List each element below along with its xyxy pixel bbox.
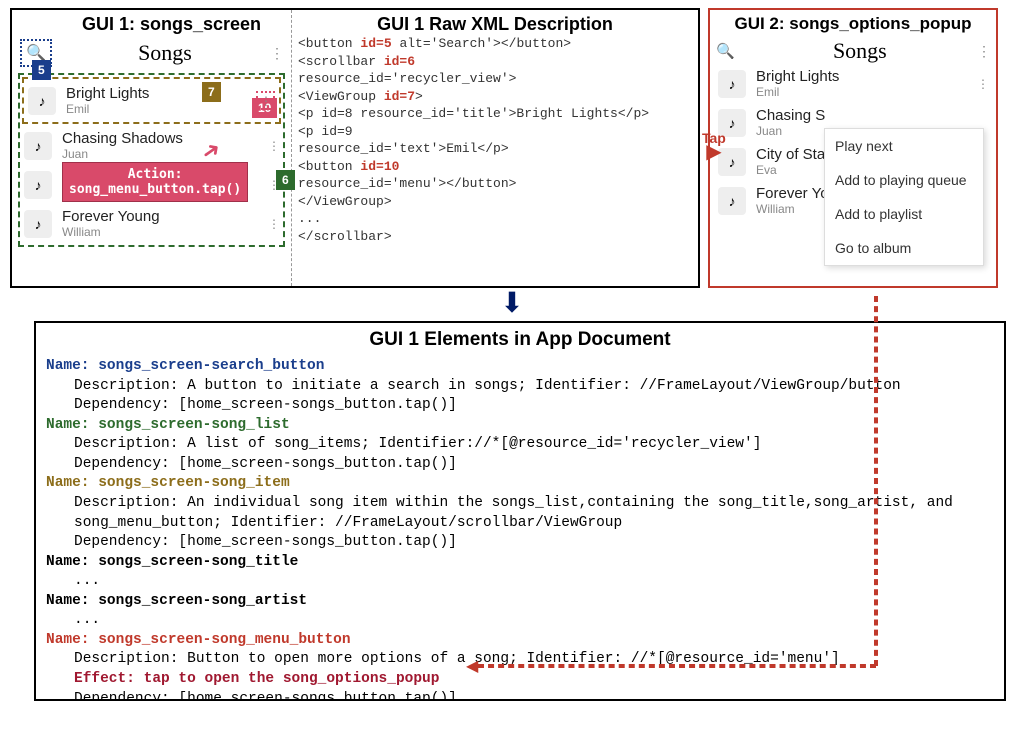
app-document-panel: GUI 1 Elements in App Document Name: son… xyxy=(34,321,1006,701)
song-title: Bright Lights xyxy=(756,68,977,85)
elem-effect: Effect: tap to open the song_options_pop… xyxy=(46,670,994,690)
elem-desc: Description: A button to initiate a sear… xyxy=(46,377,994,397)
more-vert-icon: ⋮ xyxy=(260,94,271,108)
song-title: Bright Lights xyxy=(66,85,256,102)
gui1-title: GUI 1: songs_screen xyxy=(58,14,285,35)
more-vert-icon[interactable]: ⋮ xyxy=(977,77,988,91)
elem-name: Name: songs_screen-search_button xyxy=(46,357,994,377)
popup-add-queue[interactable]: Add to playing queue xyxy=(825,163,983,197)
gui2-title: GUI 2: songs_options_popup xyxy=(716,14,990,34)
song-item[interactable]: ♪ Forever Young William ⋮ xyxy=(22,204,281,243)
more-vert-icon[interactable]: ⋮ xyxy=(268,217,279,231)
gui1-songs-screen: GUI 1: songs_screen 🔍 Songs ⋮ 5 7 10 6 ♪… xyxy=(12,10,292,286)
xml-code: <button id=5 alt='Search'></button> <scr… xyxy=(298,35,692,246)
music-note-icon: ♪ xyxy=(24,210,52,238)
song-artist: Emil xyxy=(756,85,977,99)
more-vert-icon[interactable]: ⋮ xyxy=(268,139,279,153)
elem-name: Name: songs_screen-song_list xyxy=(46,416,994,436)
arrow-right-icon: ▶ xyxy=(702,146,726,158)
gui2-panel: GUI 2: songs_options_popup 🔍 Songs ⋮ ♪ B… xyxy=(708,8,998,288)
arrow-left-icon: ◀ xyxy=(466,656,478,676)
music-note-icon: ♪ xyxy=(24,132,52,160)
xml-title: GUI 1 Raw XML Description xyxy=(298,14,692,35)
music-note-icon: ♪ xyxy=(718,70,746,98)
elem-dep: Dependency: [home_screen-songs_button.ta… xyxy=(46,533,994,553)
more-vert-icon[interactable]: ⋮ xyxy=(268,178,279,192)
elem-desc: Description: An individual song item wit… xyxy=(46,494,994,533)
app-title: Songs xyxy=(743,38,977,64)
song-artist: Juan xyxy=(62,147,268,161)
search-icon[interactable]: 🔍 xyxy=(716,42,735,60)
doc-body: Name: songs_screen-search_button Descrip… xyxy=(46,357,994,701)
popup-go-album[interactable]: Go to album xyxy=(825,231,983,265)
elem-name: Name: songs_screen-song_title xyxy=(46,553,994,573)
popup-add-playlist[interactable]: Add to playlist xyxy=(825,197,983,231)
music-note-icon: ♪ xyxy=(24,171,52,199)
song-menu-button[interactable]: ⋮ xyxy=(256,91,275,110)
action-callout: Action: song_menu_button.tap() xyxy=(62,162,248,202)
overflow-icon[interactable]: ⋮ xyxy=(977,43,990,60)
connector-horizontal xyxy=(478,664,876,668)
doc-title: GUI 1 Elements in App Document xyxy=(46,329,994,351)
options-popup: Play next Add to playing queue Add to pl… xyxy=(824,128,984,266)
elem-dep: Dependency: [home_screen-songs_button.ta… xyxy=(46,396,994,416)
action-line1: Action: xyxy=(69,167,241,182)
song-artist: Emil xyxy=(66,102,256,116)
tap-arrow: Tap ▶ xyxy=(702,130,726,158)
song-title: Chasing S xyxy=(756,107,988,124)
badge-5: 5 xyxy=(32,60,51,80)
gui1-panel: GUI 1: songs_screen 🔍 Songs ⋮ 5 7 10 6 ♪… xyxy=(10,8,700,288)
connector-vertical xyxy=(874,296,878,666)
elem-dep: Dependency: [home_screen-songs_button.ta… xyxy=(46,690,994,701)
elem-name: Name: songs_screen-song_item xyxy=(46,474,994,494)
gui1-xml-panel: GUI 1 Raw XML Description <button id=5 a… xyxy=(292,10,698,286)
song-artist: William xyxy=(62,225,268,239)
songs-app-header: 🔍 Songs ⋮ xyxy=(18,35,285,71)
arrow-down-icon: ⬇ xyxy=(0,286,1024,319)
elem-desc: Description: A list of song_items; Ident… xyxy=(46,435,994,455)
gui2-header: 🔍 Songs ⋮ xyxy=(716,38,990,64)
music-note-icon: ♪ xyxy=(718,187,746,215)
elem-name: Name: songs_screen-song_artist xyxy=(46,592,994,612)
song-list[interactable]: ♪ Bright Lights Emil ⋮ ♪ Chasing Shadows… xyxy=(18,73,285,247)
elem-dep: Dependency: [home_screen-songs_button.ta… xyxy=(46,455,994,475)
music-note-icon: ♪ xyxy=(28,87,56,115)
app-title: Songs xyxy=(60,40,270,66)
elem-dots: ... xyxy=(46,611,994,631)
overflow-icon[interactable]: ⋮ xyxy=(270,45,283,62)
elem-name: Name: songs_screen-song_menu_button xyxy=(46,631,994,651)
action-line2: song_menu_button.tap() xyxy=(69,182,241,197)
song-item[interactable]: ♪ Bright Lights Emil ⋮ xyxy=(716,64,990,103)
song-item[interactable]: ♪ Bright Lights Emil ⋮ xyxy=(22,77,281,124)
song-title: Forever Young xyxy=(62,208,268,225)
song-item[interactable]: ♪ Chasing Shadows Juan ⋮ xyxy=(22,126,281,165)
popup-play-next[interactable]: Play next xyxy=(825,129,983,163)
elem-dots: ... xyxy=(46,572,994,592)
song-title: Chasing Shadows xyxy=(62,130,268,147)
